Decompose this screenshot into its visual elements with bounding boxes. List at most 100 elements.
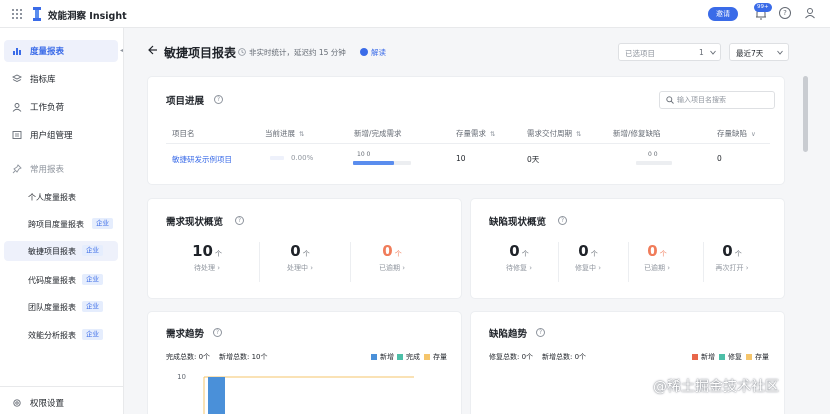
column-header[interactable]: 存量需求 ⇅ [456,128,495,139]
range-select-value: 最近7天 [736,49,764,58]
sidebar: 度量报表 指标库 工作负荷 用户组管理 常用报表 个人度量报表 跨项目度量报表 [0,28,124,414]
help-icon[interactable]: ? [235,216,244,225]
project-search[interactable] [659,91,775,109]
bug-progress-bar [636,161,672,165]
column-header[interactable]: 新增/修复缺陷 [613,128,661,139]
sidebar-subitem-agile[interactable]: 敏捷项目报表 企业 [4,241,118,261]
play-icon[interactable] [360,48,368,56]
help-icon[interactable]: ? [779,7,791,19]
column-header[interactable]: 需求交付周期 ⇅ [527,128,581,139]
sidebar-item-label: 指标库 [30,75,56,85]
user-icon[interactable] [804,7,816,19]
column-header[interactable]: 当前进展 ⇅ [265,128,304,139]
sidebar-subitem-code[interactable]: 代码度量报表 企业 [4,270,118,290]
stat-reopened[interactable]: 0个 再次打开 › [697,242,767,273]
card-title: 缺陷现状概览 [489,217,547,228]
column-header[interactable]: 新增/完成需求 [354,128,402,139]
sidebar-subitem-label: 敏捷项目报表 [28,247,76,256]
sidebar-subitem-efficiency[interactable]: 效能分析报表 企业 [4,325,118,345]
sidebar-subitem-label: 个人度量报表 [28,193,76,202]
sidebar-subitem-team[interactable]: 团队度量报表 企业 [4,297,118,317]
enterprise-tag: 企业 [82,301,103,312]
sidebar-item-usergroups[interactable]: 用户组管理 [4,124,118,146]
help-icon[interactable]: ? [214,95,223,104]
list-icon [12,131,22,139]
sidebar-section-label: 常用报表 [30,165,65,175]
notification-badge: 99+ [754,3,772,12]
sidebar-item-workload[interactable]: 工作负荷 [4,96,118,118]
y-tick-label: 10 [177,373,186,381]
stat-pending[interactable]: 10 个 待处理 › [172,242,242,273]
stat-in-progress[interactable]: 0个 处理中 › [265,242,335,273]
progress-value: 0.00% [291,154,314,162]
stock-bug-value: 0 [717,154,722,163]
sidebar-item-label: 用户组管理 [30,131,73,141]
legend-item[interactable]: 存量 [746,352,769,362]
sidebar-subitem-personal[interactable]: 个人度量报表 [4,187,118,207]
project-select-count: 1 [699,48,704,57]
sidebar-item-reports[interactable]: 度量报表 [4,40,118,62]
search-input[interactable] [677,94,771,106]
legend-item[interactable]: 新增 [692,352,715,362]
card-title: 项目进展 [166,96,205,107]
chevron-down-icon [777,50,783,55]
user-icon [12,103,22,112]
sidebar-subitem-cross-project[interactable]: 跨项目度量报表 企业 [4,214,118,234]
sidebar-item-label: 权限设置 [30,399,65,409]
project-name-link[interactable]: 敏捷研发示例项目 [172,154,232,165]
legend-item[interactable]: 完成 [397,352,420,362]
app-title: 效能洞察 Insight [48,11,127,22]
legend-item[interactable]: 存量 [424,352,447,362]
help-icon[interactable]: ? [558,216,567,225]
range-select[interactable]: 最近7天 [729,43,789,61]
stat-to-fix[interactable]: 0个 待修复 › [484,242,554,273]
back-arrow-icon[interactable] [148,45,158,55]
sidebar-subitem-label: 团队度量报表 [28,303,76,312]
sidebar-subitem-label: 效能分析报表 [28,331,76,340]
stock-req-value: 10 [456,154,466,163]
top-bar: 效能洞察 Insight 邀请 99+ ? [0,0,830,28]
stat-overdue[interactable]: 0个 已逾期 › [357,242,427,273]
legend-item[interactable]: 新增 [371,352,394,362]
cycle-value: 0天 [527,155,540,164]
nonrealtime-notice: 非实时统计，延迟约 15 分钟 [249,48,346,57]
scrollbar[interactable] [803,76,808,152]
sidebar-collapse-icon[interactable]: ◂ [120,47,123,54]
app-grid-icon[interactable] [12,9,22,19]
enterprise-tag: 企业 [82,245,103,256]
search-icon [666,96,674,104]
stat-bug-overdue[interactable]: 0个 已逾期 › [622,242,692,273]
enterprise-tag: 企业 [92,218,113,229]
project-select[interactable]: 已选项目 1 [618,43,721,61]
chevron-down-icon [710,50,716,55]
stat-fixing[interactable]: 0个 修复中 › [553,242,623,273]
bar-added [208,377,225,414]
sidebar-item-permissions[interactable]: 权限设置 [4,392,118,414]
enterprise-tag: 企业 [82,274,103,285]
table-divider [166,143,770,144]
sidebar-item-metrics[interactable]: 指标库 [4,68,118,90]
help-icon[interactable]: ? [536,328,545,337]
column-header[interactable]: 项目名 [172,128,195,139]
divider [259,242,260,282]
invite-button[interactable]: 邀请 [708,7,738,21]
progress-bar [270,156,284,160]
trend-summary: 修复总数: 0个 新增总数: 0个 [489,353,587,361]
trend-summary: 完成总数: 0个 新增总数: 10个 [166,353,268,361]
req-progress-fill [353,161,394,165]
page-title: 敏捷项目报表 [164,46,237,60]
column-header[interactable]: 存量缺陷 ∨ [717,128,756,139]
explain-link[interactable]: 解读 [371,47,386,58]
help-icon[interactable]: ? [213,328,222,337]
sidebar-section-common[interactable]: 常用报表 [4,158,118,180]
divider [350,242,351,282]
legend-item[interactable]: 修复 [719,352,742,362]
watermark: @稀土掘金技术社区 [653,379,779,395]
sidebar-divider [0,386,124,387]
logo-icon [33,7,41,21]
req-count-label: 10 0 [357,151,371,158]
sidebar-subitem-label: 代码度量报表 [28,276,76,285]
enterprise-tag: 企业 [82,329,103,340]
card-title: 需求趋势 [166,329,205,340]
sidebar-subitem-label: 跨项目度量报表 [28,220,84,229]
